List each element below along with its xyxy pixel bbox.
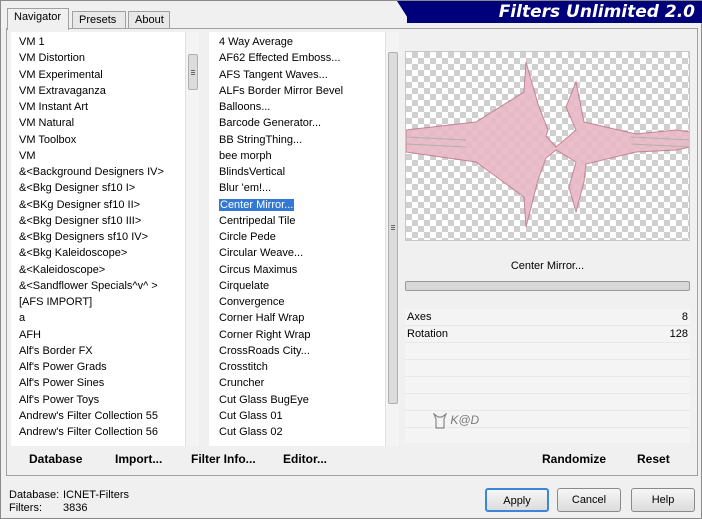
category-item[interactable]: VM: [11, 148, 199, 164]
center-mirror-preview: [406, 61, 689, 228]
category-item[interactable]: Alf's Power Toys: [11, 392, 199, 408]
category-item[interactable]: &<Background Designers IV>: [11, 164, 199, 180]
watermark-logo: K@D: [432, 412, 480, 429]
param-empty-4: [405, 394, 690, 411]
app-logo: Filters Unlimited 2.0: [407, 1, 702, 23]
navigator-toolbar: Database Import... Filter Info... Editor…: [11, 452, 399, 472]
category-item[interactable]: &<Bkg Designer sf10 III>: [11, 213, 199, 229]
database-value: ICNET-Filters: [63, 489, 129, 501]
category-scroll-thumb[interactable]: [188, 54, 198, 90]
filter-item[interactable]: Cut Glass 02: [209, 424, 399, 440]
database-button[interactable]: Database: [29, 452, 82, 466]
watermark-text: K@D: [450, 413, 480, 428]
param-axes-value[interactable]: 8: [682, 309, 688, 326]
editor-button[interactable]: Editor...: [283, 452, 327, 466]
filter-item[interactable]: Cruncher: [209, 375, 399, 391]
category-item[interactable]: &<Bkg Kaleidoscope>: [11, 245, 199, 261]
filter-item[interactable]: Circus Maximus: [209, 262, 399, 278]
filter-item[interactable]: Corner Half Wrap: [209, 310, 399, 326]
category-list[interactable]: VM 1 VM Distortion VM Experimental VM Extra…: [11, 32, 199, 446]
category-item[interactable]: VM Distortion: [11, 50, 199, 66]
param-empty-3: [405, 377, 690, 394]
category-item[interactable]: &<Kaleidoscope>: [11, 262, 199, 278]
filter-item[interactable]: Crosstitch: [209, 359, 399, 375]
filter-info-button[interactable]: Filter Info...: [191, 452, 256, 466]
progress-bar: [405, 281, 690, 291]
filter-item[interactable]: Centripedal Tile: [209, 213, 399, 229]
filter-item[interactable]: ALFs Border Mirror Bevel: [209, 83, 399, 99]
filter-item[interactable]: BlindsVertical: [209, 164, 399, 180]
tab-about[interactable]: About: [128, 11, 170, 29]
filter-item[interactable]: Center Mirror...: [209, 197, 399, 213]
filter-item[interactable]: Convergence: [209, 294, 399, 310]
filter-item[interactable]: Corner Right Wrap: [209, 327, 399, 343]
filter-item[interactable]: AF62 Effected Emboss...: [209, 50, 399, 66]
status-area: Database: ICNET-Filters Filters: 3836: [9, 489, 129, 515]
filter-item[interactable]: Cirquelate: [209, 278, 399, 294]
param-empty-2: [405, 360, 690, 377]
filters-count: 3836: [63, 502, 88, 514]
param-rotation[interactable]: Rotation 128: [405, 326, 690, 343]
cancel-button[interactable]: Cancel: [557, 488, 621, 512]
category-item[interactable]: Alf's Border FX: [11, 343, 199, 359]
category-item[interactable]: Alf's Power Sines: [11, 375, 199, 391]
filter-list[interactable]: 4 Way Average AF62 Effected Emboss... AFS …: [209, 32, 399, 446]
category-item[interactable]: Alf's Power Grads: [11, 359, 199, 375]
filter-item[interactable]: CrossRoads City...: [209, 343, 399, 359]
category-item[interactable]: Andrew's Filter Collection 55: [11, 408, 199, 424]
filter-item[interactable]: bee morph: [209, 148, 399, 164]
category-item[interactable]: &<Bkg Designer sf10 I>: [11, 180, 199, 196]
filter-item[interactable]: Blur 'em!...: [209, 180, 399, 196]
filters-label: Filters:: [9, 502, 42, 514]
param-rotation-value[interactable]: 128: [670, 326, 688, 343]
filter-title: Center Mirror...: [510, 260, 585, 272]
filters-unlimited-window: Navigator Presets About Filters Unlimite…: [0, 0, 702, 519]
filter-item[interactable]: Circular Weave...: [209, 245, 399, 261]
cat-icon: [432, 412, 448, 429]
database-label: Database:: [9, 489, 60, 501]
category-item[interactable]: VM Toolbox: [11, 132, 199, 148]
randomize-button[interactable]: Randomize: [542, 452, 606, 466]
tab-presets[interactable]: Presets: [72, 11, 126, 29]
category-item[interactable]: VM Instant Art: [11, 99, 199, 115]
help-button[interactable]: Help: [631, 488, 695, 512]
tab-navigator[interactable]: Navigator: [7, 8, 69, 30]
category-item[interactable]: VM Natural: [11, 115, 199, 131]
category-item[interactable]: &<BKg Designer sf10 II>: [11, 197, 199, 213]
category-item[interactable]: &<Bkg Designers sf10 IV>: [11, 229, 199, 245]
category-item[interactable]: Andrew's Filter Collection 56: [11, 424, 199, 440]
category-item[interactable]: VM 1: [11, 34, 199, 50]
category-item[interactable]: &<Sandflower Specials^v^ >: [11, 278, 199, 294]
param-empty-1: [405, 343, 690, 360]
filter-item[interactable]: AFS Tangent Waves...: [209, 67, 399, 83]
preview-image: [405, 51, 690, 241]
category-item[interactable]: VM Experimental: [11, 67, 199, 83]
param-axes-label: Axes: [407, 311, 432, 323]
param-rotation-label: Rotation: [407, 328, 448, 340]
category-item[interactable]: AFH: [11, 327, 199, 343]
apply-button[interactable]: Apply: [485, 488, 549, 512]
filter-scrollbar[interactable]: [385, 32, 399, 446]
filter-scroll-thumb[interactable]: [388, 52, 398, 404]
param-axes[interactable]: Axes 8: [405, 309, 690, 326]
category-item[interactable]: VM Extravaganza: [11, 83, 199, 99]
filter-item[interactable]: BB StringThing...: [209, 132, 399, 148]
category-scrollbar[interactable]: [185, 32, 199, 446]
filter-item[interactable]: Circle Pede: [209, 229, 399, 245]
filter-item[interactable]: Balloons...: [209, 99, 399, 115]
preview-toolbar: Randomize Reset: [405, 452, 693, 472]
filter-item[interactable]: 4 Way Average: [209, 34, 399, 50]
category-items: VM 1 VM Distortion VM Experimental VM Extra…: [11, 32, 199, 440]
category-item[interactable]: [AFS IMPORT]: [11, 294, 199, 310]
import-button[interactable]: Import...: [115, 452, 162, 466]
reset-button[interactable]: Reset: [637, 452, 670, 466]
category-item[interactable]: a: [11, 310, 199, 326]
filter-item[interactable]: Cut Glass BugEye: [209, 392, 399, 408]
filter-items: 4 Way Average AF62 Effected Emboss... AFS …: [209, 32, 399, 440]
filter-item[interactable]: Cut Glass 01: [209, 408, 399, 424]
filter-item[interactable]: Barcode Generator...: [209, 115, 399, 131]
